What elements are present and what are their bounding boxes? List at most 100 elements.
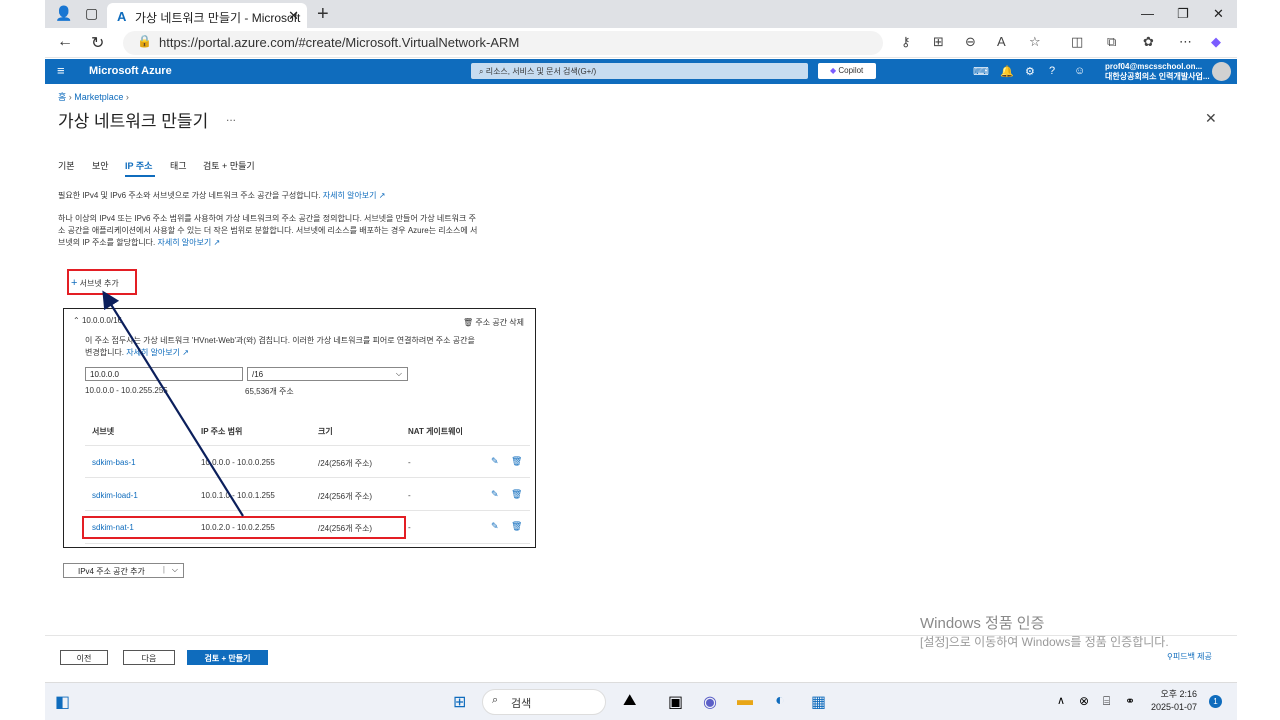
address-prefix-select[interactable]: /16 ⌵	[247, 367, 408, 381]
more-menu-icon[interactable]: ⋯	[1179, 34, 1192, 50]
profile-icon[interactable]: 👤	[55, 5, 72, 22]
network-icon[interactable]: ⌸	[1103, 694, 1110, 709]
widgets-icon[interactable]: ◧	[55, 692, 70, 712]
feedback-icon[interactable]: ☺	[1074, 65, 1085, 77]
chevron-up-icon[interactable]: ∧	[1057, 694, 1065, 707]
notifications-icon[interactable]: 🔔	[1000, 65, 1014, 78]
back-icon[interactable]: ←	[57, 33, 73, 51]
read-aloud-icon[interactable]: A	[997, 34, 1006, 49]
tab-ip-addresses[interactable]: IP 주소	[125, 159, 152, 172]
extensions-icon[interactable]: ✿	[1143, 34, 1154, 50]
previous-button[interactable]: 이전	[60, 650, 108, 665]
edit-pencil-icon[interactable]: ✎	[491, 521, 499, 532]
collections-icon[interactable]: ⧉	[1107, 34, 1116, 50]
close-blade-icon[interactable]: ✕	[1205, 110, 1217, 127]
tab-security[interactable]: 보안	[92, 159, 109, 172]
row-divider	[85, 445, 530, 446]
collapse-chevron-icon: ⌃	[73, 316, 82, 325]
next-button[interactable]: 다음	[123, 650, 175, 665]
tab-title: 가상 네트워크 만들기 - Microsoft	[135, 11, 301, 25]
subnet-size: /24(256개 주소)	[318, 459, 373, 468]
edit-pencil-icon[interactable]: ✎	[491, 489, 499, 500]
address-space-label: 10.0.0.0/16	[81, 316, 122, 325]
apps-icon[interactable]: ⊞	[933, 34, 944, 50]
subnet-name-link[interactable]: sdkim-bas-1	[92, 458, 136, 467]
delete-trash-icon[interactable]: 🗑	[511, 456, 522, 467]
tab-actions-icon[interactable]: ▢	[85, 5, 98, 22]
close-tab-icon[interactable]: ✕	[288, 8, 299, 24]
delete-address-space-button[interactable]: 🗑 주소 공간 삭제	[463, 317, 524, 328]
azure-brand[interactable]: Microsoft Azure	[89, 65, 172, 77]
more-options-icon[interactable]: ...	[226, 110, 236, 124]
tab-basics[interactable]: 기본	[58, 159, 75, 172]
settings-gear-icon[interactable]: ⚙	[1025, 65, 1035, 78]
delete-trash-icon[interactable]: 🗑	[511, 521, 522, 532]
chevron-down-icon: ⌵	[395, 369, 402, 378]
edge-browser-icon[interactable]: ◐	[775, 692, 785, 710]
new-tab-icon[interactable]: +	[317, 3, 329, 26]
subnet-nat: -	[408, 458, 411, 467]
key-icon[interactable]: ⚷	[901, 34, 911, 50]
address-bar[interactable]: 🔒 https://portal.azure.com/#create/Micro…	[123, 31, 883, 55]
highlight-box-nat-subnet	[82, 516, 406, 539]
windows-taskbar: ◧ ⊞ ⌕ 검색 ⛰ ▣ ◉ ▬ ◐ ▦ ∧ ⊗ ⌸ ⚭ 오후 2:16 202…	[45, 682, 1237, 720]
zoom-icon[interactable]: ⊖	[965, 34, 976, 50]
delete-trash-icon[interactable]: 🗑	[511, 489, 522, 500]
subnet-name-link[interactable]: sdkim-load-1	[92, 491, 138, 500]
minimize-icon[interactable]: —	[1141, 6, 1154, 21]
store-icon[interactable]: ▦	[811, 692, 826, 712]
hamburger-menu-icon[interactable]: ≡	[57, 63, 65, 78]
file-explorer-icon[interactable]: ▬	[737, 692, 753, 710]
task-view-icon[interactable]: ▣	[668, 692, 683, 712]
favorite-star-icon[interactable]: ☆	[1029, 34, 1041, 50]
notification-badge[interactable]: 1	[1209, 695, 1222, 708]
windows-start-icon[interactable]: ⊞	[453, 692, 466, 712]
breadcrumb: 홈 › Marketplace ›	[58, 92, 129, 102]
description-line1: 필요한 IPv4 및 IPv6 주소와 서브넷으로 가상 네트워크 주소 공간을…	[58, 190, 385, 202]
breadcrumb-marketplace[interactable]: Marketplace	[74, 92, 123, 102]
edit-pencil-icon[interactable]: ✎	[491, 456, 499, 467]
page-title: 가상 네트워크 만들기	[58, 112, 209, 131]
help-icon[interactable]: ?	[1049, 65, 1055, 77]
learn-more-link-2[interactable]: 자세히 알아보기	[158, 238, 212, 247]
copilot-label: Copilot	[838, 66, 864, 75]
global-search-input[interactable]: ⌕ 리소스, 서비스 및 문서 검색(G+/)	[471, 63, 808, 79]
overlap-learn-more-link[interactable]: 자세히 알아보기	[126, 348, 180, 357]
feedback-link[interactable]: ⚲피드백 제공	[1167, 651, 1212, 662]
close-window-icon[interactable]: ✕	[1213, 6, 1224, 22]
account-menu[interactable]: prof04@mscsschool.on... 대한상공회의소 인력개발사업..…	[1105, 62, 1210, 82]
volume-icon[interactable]: ⚭	[1125, 694, 1135, 708]
teams-chat-icon[interactable]: ◉	[703, 692, 717, 712]
taskbar-clock[interactable]: 오후 2:16 2025-01-07	[1151, 688, 1197, 714]
external-link-icon: ↗	[378, 191, 386, 200]
learn-more-link[interactable]: 자세히 알아보기	[323, 191, 377, 200]
add-ipv4-address-space-button[interactable]: IPv4 주소 공간 추가 | ⌵	[63, 563, 184, 578]
lock-icon[interactable]: 🔒	[137, 34, 152, 48]
browser-tab[interactable]: A 가상 네트워크 만들기 - Microsoft ✕	[107, 3, 307, 28]
address-space-header[interactable]: ⌃ 10.0.0.0/16	[73, 316, 122, 325]
address-ip-input[interactable]: 10.0.0.0	[85, 367, 243, 381]
copilot-browser-icon[interactable]: ◆	[1211, 34, 1221, 50]
tab-review-create[interactable]: 검토 + 만들기	[203, 159, 255, 172]
avatar[interactable]	[1212, 62, 1231, 81]
clock-date: 2025-01-07	[1151, 702, 1198, 712]
split-screen-icon[interactable]: ◫	[1071, 34, 1083, 50]
azure-header: ≡ Microsoft Azure ⌕ 리소스, 서비스 및 문서 검색(G+/…	[45, 59, 1237, 84]
taskbar-search[interactable]: ⌕ 검색	[482, 689, 606, 715]
column-header-size: 크기	[318, 427, 333, 436]
cloud-shell-icon[interactable]: ⌨	[973, 65, 989, 78]
paragraph-line2: 소 공간을 애플리케이션에서 사용할 수 있는 더 작은 범위로 분할합니다. …	[58, 226, 478, 235]
weather-widget-icon[interactable]: ⛰	[623, 692, 636, 710]
address-row: ← ↻ 🔒 https://portal.azure.com/#create/M…	[45, 28, 1237, 58]
review-create-button[interactable]: 검토 + 만들기	[187, 650, 268, 665]
restore-icon[interactable]: ❐	[1177, 6, 1189, 22]
breadcrumb-home[interactable]: 홈	[58, 92, 66, 102]
chevron-down-icon: ⌵	[171, 565, 178, 574]
status-x-icon[interactable]: ⊗	[1079, 694, 1089, 708]
active-tab-indicator	[125, 175, 155, 177]
copilot-button[interactable]: ◆ Copilot	[818, 63, 876, 79]
address-range-text: 10.0.0.0 - 10.0.255.255	[85, 386, 168, 395]
column-header-subnet: 서브넷	[92, 427, 115, 436]
refresh-icon[interactable]: ↻	[91, 33, 104, 53]
tab-tags[interactable]: 태그	[170, 159, 187, 172]
